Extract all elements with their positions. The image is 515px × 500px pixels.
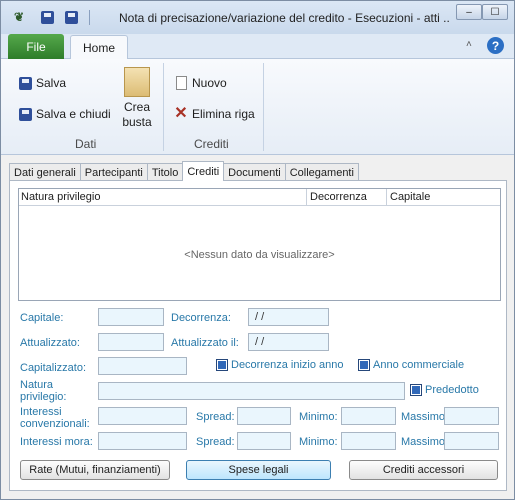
- capitale-label: Capitale:: [20, 312, 64, 324]
- column-divider: [386, 189, 387, 206]
- capitalizzato-label: Capitalizzato:: [20, 362, 87, 374]
- crediti-grid[interactable]: Natura privilegio Decorrenza Capitale <N…: [18, 188, 501, 301]
- app-emblem-icon: ❦: [13, 10, 25, 24]
- checkbox-checked-icon: [358, 359, 370, 371]
- attualizzato-field[interactable]: [98, 333, 164, 351]
- salva-e-chiudi-button[interactable]: Salva e chiudi: [17, 106, 111, 122]
- interessi-mora-field[interactable]: [98, 432, 187, 450]
- salva-button[interactable]: Salva: [17, 75, 66, 91]
- elimina-riga-label: Elimina riga: [192, 107, 255, 121]
- home-tab[interactable]: Home: [70, 35, 128, 60]
- spread-label: Spread:: [196, 411, 235, 423]
- tab-partecipanti[interactable]: Partecipanti: [79, 163, 148, 181]
- ribbon: Salva Salva e chiudi Crea busta Dati Nuo…: [1, 59, 514, 155]
- floppy-icon: [17, 75, 33, 91]
- crediti-accessori-button[interactable]: Crediti accessori: [349, 460, 498, 480]
- attualizzato-il-field[interactable]: / /: [248, 333, 329, 351]
- empty-grid-message: <Nessun dato da visualizzare>: [184, 249, 335, 261]
- rate-button[interactable]: Rate (Mutui, finanziamenti): [20, 460, 170, 480]
- quick-save-button[interactable]: [38, 8, 56, 26]
- prededotto-checkbox[interactable]: Prededotto: [410, 384, 479, 396]
- minimo-label: Minimo:: [299, 411, 338, 423]
- minimize-button[interactable]: ‒: [456, 4, 482, 20]
- capitalizzato-field[interactable]: [98, 357, 187, 375]
- spread-convenzionali-field[interactable]: [237, 407, 291, 425]
- attualizzato-label: Attualizzato:: [20, 337, 80, 349]
- crediti-group-label: Crediti: [194, 137, 229, 151]
- checkbox-checked-icon: [410, 384, 422, 396]
- natura-privilegio-field[interactable]: [98, 382, 405, 400]
- floppy-icon: [40, 10, 54, 24]
- spread-mora-field[interactable]: [237, 432, 291, 450]
- window-title: Nota di precisazione/variazione del cred…: [119, 11, 449, 25]
- minimo-mora-field[interactable]: [341, 432, 396, 450]
- crea-busta-button[interactable]: Crea busta: [117, 67, 157, 130]
- ribbon-tab-row: File Home ˄ ?: [1, 34, 514, 60]
- maximize-button[interactable]: ☐: [482, 4, 508, 20]
- decorrenza-inizio-anno-checkbox[interactable]: Decorrenza inizio anno: [216, 359, 344, 371]
- natura-privilegio-label: Natura privilegio:: [20, 379, 66, 403]
- massimo-label: Massimo: [401, 436, 446, 448]
- interessi-convenzionali-label-2: convenzionali:: [20, 418, 90, 430]
- massimo-mora-field[interactable]: [444, 432, 499, 450]
- column-header[interactable]: Decorrenza: [310, 191, 367, 203]
- anno-commerciale-checkbox[interactable]: Anno commerciale: [358, 359, 464, 371]
- spread-label: Spread:: [196, 436, 235, 448]
- grid-header: Natura privilegio Decorrenza Capitale: [19, 189, 500, 206]
- tab-titolo[interactable]: Titolo: [146, 163, 184, 181]
- decorrenza-inizio-anno-label: Decorrenza inizio anno: [231, 359, 344, 371]
- salva-label: Salva: [36, 76, 67, 90]
- nuovo-label: Nuovo: [192, 76, 227, 90]
- help-icon[interactable]: ?: [487, 37, 504, 54]
- salva-e-chiudi-label: Salva e chiudi: [36, 107, 111, 121]
- decorrenza-field[interactable]: / /: [248, 308, 329, 326]
- column-divider: [306, 189, 307, 206]
- massimo-convenzionali-field[interactable]: [444, 407, 499, 425]
- quick-save-close-button[interactable]: [62, 8, 80, 26]
- tab-dati-generali[interactable]: Dati generali: [9, 163, 81, 181]
- ribbon-group-separator: [263, 63, 264, 151]
- tab-crediti[interactable]: Crediti: [182, 161, 225, 181]
- main-window: ❦ Nota di precisazione/variazione del cr…: [0, 0, 515, 500]
- natura-privilegio-label-2: privilegio:: [20, 391, 67, 403]
- tab-collegamenti[interactable]: Collegamenti: [284, 163, 359, 181]
- minimo-label: Minimo:: [299, 436, 338, 448]
- checkbox-checked-icon: [216, 359, 228, 371]
- interessi-convenzionali-label-1: Interessi: [20, 406, 62, 418]
- toolbar-separator: [89, 10, 90, 25]
- spese-legali-button[interactable]: Spese legali: [186, 460, 331, 480]
- crea-busta-label-1: Crea: [123, 100, 150, 114]
- interessi-mora-label: Interessi mora:: [20, 436, 93, 448]
- capitale-field[interactable]: [98, 308, 164, 326]
- prededotto-label: Prededotto: [425, 384, 479, 396]
- new-page-icon: [173, 75, 189, 91]
- envelope-icon: [124, 67, 150, 97]
- collapse-ribbon-icon[interactable]: ˄: [466, 39, 472, 50]
- massimo-label: Massimo: [401, 411, 446, 423]
- natura-privilegio-label-1: Natura: [20, 379, 54, 391]
- ribbon-group-separator: [163, 63, 164, 151]
- anno-commerciale-label: Anno commerciale: [373, 359, 465, 371]
- file-tab[interactable]: File: [8, 34, 64, 59]
- attualizzato-il-label: Attualizzato il:: [171, 337, 239, 349]
- form-tab-strip: Dati generali Partecipanti Titolo Credit…: [9, 161, 359, 181]
- interessi-convenzionali-label: Interessi convenzionali:: [20, 406, 90, 430]
- dati-group-label: Dati: [75, 137, 97, 151]
- title-bar: ❦ Nota di precisazione/variazione del cr…: [1, 1, 514, 34]
- column-header[interactable]: Natura privilegio: [21, 191, 100, 203]
- delete-x-icon: ✕: [174, 105, 188, 122]
- interessi-convenzionali-field[interactable]: [98, 407, 187, 425]
- nuovo-button[interactable]: Nuovo: [173, 75, 227, 91]
- column-header[interactable]: Capitale: [390, 191, 430, 203]
- floppy-pen-icon: [17, 106, 33, 122]
- decorrenza-label: Decorrenza:: [171, 312, 231, 324]
- elimina-riga-button[interactable]: ✕ Elimina riga: [173, 105, 255, 122]
- crea-busta-label-2: busta: [122, 115, 152, 129]
- floppy-pen-icon: [64, 10, 78, 24]
- minimo-convenzionali-field[interactable]: [341, 407, 396, 425]
- tab-documenti[interactable]: Documenti: [223, 163, 286, 181]
